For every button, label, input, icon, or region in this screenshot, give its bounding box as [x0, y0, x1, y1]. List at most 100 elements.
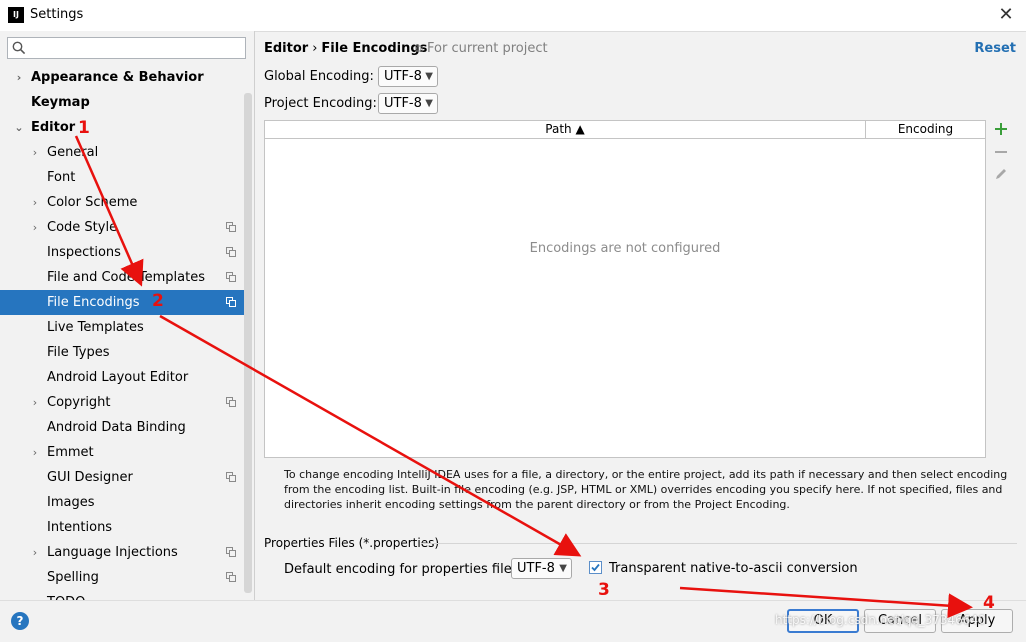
breadcrumb-parent: Editor: [264, 41, 309, 56]
sidebar-item-language-injections[interactable]: › Language Injections: [0, 540, 244, 565]
sidebar-item-label: Images: [47, 495, 95, 510]
remove-icon[interactable]: [992, 145, 1010, 163]
chevron-down-icon[interactable]: ⌄: [13, 115, 25, 140]
global-encoding-value: UTF-8: [384, 69, 422, 84]
chevron-right-icon[interactable]: ›: [29, 440, 41, 465]
settings-search[interactable]: [7, 37, 246, 59]
sidebar-item-label: Copyright: [47, 395, 111, 410]
search-icon: [12, 41, 26, 55]
project-level-icon: [226, 272, 236, 282]
sidebar-item-file-and-code-templates[interactable]: File and Code Templates: [0, 265, 244, 290]
checkmark-icon: [591, 563, 600, 572]
sidebar-item-android-layout-editor[interactable]: Android Layout Editor: [0, 365, 244, 390]
scope-note: ⧉ For current project: [415, 41, 548, 56]
sidebar-item-label: Live Templates: [47, 320, 144, 335]
sidebar-item-file-types[interactable]: File Types: [0, 340, 244, 365]
chevron-right-icon[interactable]: ›: [29, 540, 41, 565]
project-encoding-select[interactable]: UTF-8 ▼: [378, 93, 438, 114]
sidebar-item-inspections[interactable]: Inspections: [0, 240, 244, 265]
watermark-text: https://blog.csdn.net/qq_37346640: [775, 613, 986, 627]
annotation-label: 1: [78, 118, 90, 138]
project-encoding-value: UTF-8: [384, 96, 422, 111]
chevron-right-icon[interactable]: ›: [29, 215, 41, 240]
sidebar-item-font[interactable]: Font: [0, 165, 244, 190]
project-level-icon: [226, 297, 236, 307]
chevron-right-icon[interactable]: ›: [29, 140, 41, 165]
settings-sidebar: › Appearance & Behavior Keymap ⌄ Editor › Gene…: [0, 31, 255, 600]
sidebar-item-editor[interactable]: ⌄ Editor: [0, 115, 244, 140]
edit-pencil-icon[interactable]: [992, 167, 1010, 185]
sidebar-item-todo[interactable]: TODO: [0, 590, 244, 600]
breadcrumb: Editor › File Encodings: [264, 41, 427, 56]
file-encodings-panel: Editor › File Encodings ⧉ For current proj…: [255, 31, 1026, 600]
sidebar-item-copyright[interactable]: › Copyright: [0, 390, 244, 415]
chevron-down-icon: ▼: [559, 563, 567, 574]
properties-encoding-select[interactable]: UTF-8 ▼: [511, 558, 572, 579]
sidebar-item-general[interactable]: › General: [0, 140, 244, 165]
add-icon[interactable]: [992, 122, 1010, 140]
title-bar: IJ Settings ✕: [0, 0, 1026, 32]
sidebar-item-emmet[interactable]: › Emmet: [0, 440, 244, 465]
sidebar-item-label: Android Data Binding: [47, 420, 186, 435]
project-level-icon: [226, 247, 236, 257]
properties-encoding-label: Default encoding for properties files:: [284, 562, 523, 577]
global-encoding-label: Global Encoding:: [264, 69, 374, 84]
chevron-down-icon: ▼: [425, 71, 433, 82]
sidebar-item-label: Spelling: [47, 570, 99, 585]
sidebar-item-spelling[interactable]: Spelling: [0, 565, 244, 590]
sidebar-item-images[interactable]: Images: [0, 490, 244, 515]
project-scope-icon: ⧉: [415, 42, 423, 55]
encodings-table[interactable]: Path ▲ Encoding Encodings are not config…: [264, 120, 986, 458]
sidebar-item-label: Language Injections: [47, 545, 178, 560]
table-header: Path ▲ Encoding: [265, 121, 985, 139]
sidebar-item-keymap[interactable]: Keymap: [0, 90, 244, 115]
scope-note-text: For current project: [427, 41, 548, 56]
sidebar-item-label: Emmet: [47, 445, 94, 460]
sidebar-item-label: Appearance & Behavior: [31, 70, 204, 85]
global-encoding-select[interactable]: UTF-8 ▼: [378, 66, 438, 87]
sidebar-item-label: General: [47, 145, 99, 160]
chevron-right-icon[interactable]: ›: [29, 390, 41, 415]
project-level-icon: [226, 472, 236, 482]
sidebar-item-color-scheme[interactable]: › Color Scheme: [0, 190, 244, 215]
sidebar-item-live-templates[interactable]: Live Templates: [0, 315, 244, 340]
sidebar-item-label: File Types: [47, 345, 110, 360]
sidebar-item-label: Font: [47, 170, 76, 185]
sidebar-item-label: Keymap: [31, 95, 90, 110]
properties-encoding-value: UTF-8: [517, 561, 555, 576]
sidebar-item-label: Intentions: [47, 520, 113, 535]
annotation-label: 4: [983, 593, 995, 613]
transparent-conversion-checkbox[interactable]: [589, 561, 602, 574]
sidebar-item-label: Code Style: [47, 220, 118, 235]
window-title: Settings: [30, 7, 84, 22]
project-level-icon: [226, 572, 236, 582]
chevron-right-icon[interactable]: ›: [29, 190, 41, 215]
sidebar-item-label: Color Scheme: [47, 195, 138, 210]
search-input[interactable]: [30, 39, 244, 59]
column-header-encoding[interactable]: Encoding: [866, 121, 985, 138]
sidebar-item-code-style[interactable]: › Code Style: [0, 215, 244, 240]
sidebar-item-label: File Encodings: [47, 295, 140, 310]
column-header-path[interactable]: Path ▲: [265, 121, 866, 138]
help-icon[interactable]: ?: [11, 612, 29, 630]
transparent-conversion-label[interactable]: Transparent native-to-ascii conversion: [609, 561, 858, 576]
sidebar-item-label: Android Layout Editor: [47, 370, 189, 385]
sidebar-item-gui-designer[interactable]: GUI Designer: [0, 465, 244, 490]
reset-link[interactable]: Reset: [974, 41, 1016, 56]
breadcrumb-separator: ›: [312, 41, 318, 56]
close-icon[interactable]: ✕: [994, 3, 1018, 27]
annotation-label: 3: [598, 580, 610, 600]
sidebar-item-file-encodings[interactable]: File Encodings: [0, 290, 244, 315]
project-level-icon: [226, 222, 236, 232]
sidebar-item-appearance-behavior[interactable]: › Appearance & Behavior: [0, 65, 244, 90]
properties-section-title: Properties Files (*.properties): [264, 536, 440, 550]
table-empty-text: Encodings are not configured: [529, 241, 721, 256]
chevron-right-icon[interactable]: ›: [13, 65, 25, 90]
project-level-icon: [226, 547, 236, 557]
sidebar-item-label: Editor: [31, 120, 76, 135]
intellij-app-icon: IJ: [8, 7, 24, 23]
sidebar-item-android-data-binding[interactable]: Android Data Binding: [0, 415, 244, 440]
sidebar-scrollbar[interactable]: [244, 93, 252, 593]
sidebar-item-intentions[interactable]: Intentions: [0, 515, 244, 540]
annotation-label: 2: [152, 291, 164, 311]
